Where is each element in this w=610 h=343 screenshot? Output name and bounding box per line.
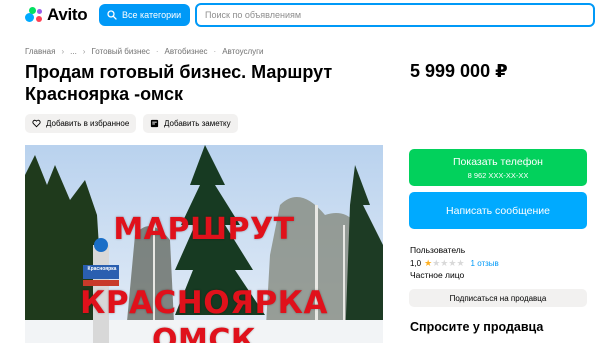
avito-logo[interactable]: Avito [25,5,88,25]
breadcrumb-separator: · [155,47,159,56]
note-icon [150,119,159,128]
seller-type: Частное лицо [410,270,465,280]
photo-text-omsk: ОМСК [152,323,256,343]
subscribe-seller-button[interactable]: Подписаться на продавца [409,289,587,307]
rating-stars: ★★★★★ [424,258,464,269]
all-categories-button[interactable]: Все категории [99,4,190,26]
avito-logo-icon [25,7,43,23]
star-empty-icon: ★ [456,258,465,268]
breadcrumb-separator: · [213,47,217,56]
star-filled-icon: ★ [424,258,433,268]
breadcrumb-item[interactable]: ... [70,47,77,56]
heart-icon [32,119,41,128]
listing-photo[interactable]: МАРШРУТ КРАСНОЯРКА ОМСК Красноярка [25,145,383,343]
phone-masked: 8 962 XXX-XX-XX [467,171,529,180]
favorites-label: Добавить в избранное [46,119,130,128]
breadcrumb-separator: › [61,47,65,56]
all-categories-label: Все категории [122,10,182,20]
photo-sign-text: Красноярка [87,266,117,272]
search-input[interactable]: Поиск по объявлениям [195,3,595,27]
photo-text-marshrut: МАРШРУТ [113,212,295,247]
breadcrumb: Главная › ... › Готовый бизнес · Автобиз… [25,47,264,56]
seller-rating: 1,0 ★★★★★ 1 отзыв [410,258,499,269]
listing-title: Продам готовый бизнес. Маршрут Красноярк… [25,62,333,104]
note-label: Добавить заметку [164,119,231,128]
search-placeholder: Поиск по объявлениям [205,10,302,20]
photo-text-krasnoyarka: КРАСНОЯРКА [79,285,329,321]
add-note-button[interactable]: Добавить заметку [143,114,238,133]
ask-seller-title: Спросите у продавца [410,320,544,334]
add-to-favorites-button[interactable]: Добавить в избранное [25,114,137,133]
logo-text: Avito [47,5,88,24]
write-message-label: Написать сообщение [446,204,550,217]
rating-value: 1,0 [410,259,422,268]
breadcrumb-item[interactable]: Автоуслуги [222,47,263,56]
show-phone-button[interactable]: Показать телефон 8 962 XXX-XX-XX [409,149,587,186]
subscribe-label: Подписаться на продавца [449,293,547,303]
breadcrumb-item[interactable]: Готовый бизнес [91,47,149,56]
breadcrumb-item[interactable]: Главная [25,47,55,56]
listing-price: 5 999 000 ₽ [410,61,508,81]
write-message-button[interactable]: Написать сообщение [409,192,587,229]
breadcrumb-separator: › [82,47,86,56]
seller-name[interactable]: Пользователь [410,245,465,255]
categories-search-icon [107,10,117,20]
reviews-link[interactable]: 1 отзыв [471,259,499,268]
show-phone-label: Показать телефон [453,156,543,168]
breadcrumb-item[interactable]: Автобизнес [165,47,208,56]
